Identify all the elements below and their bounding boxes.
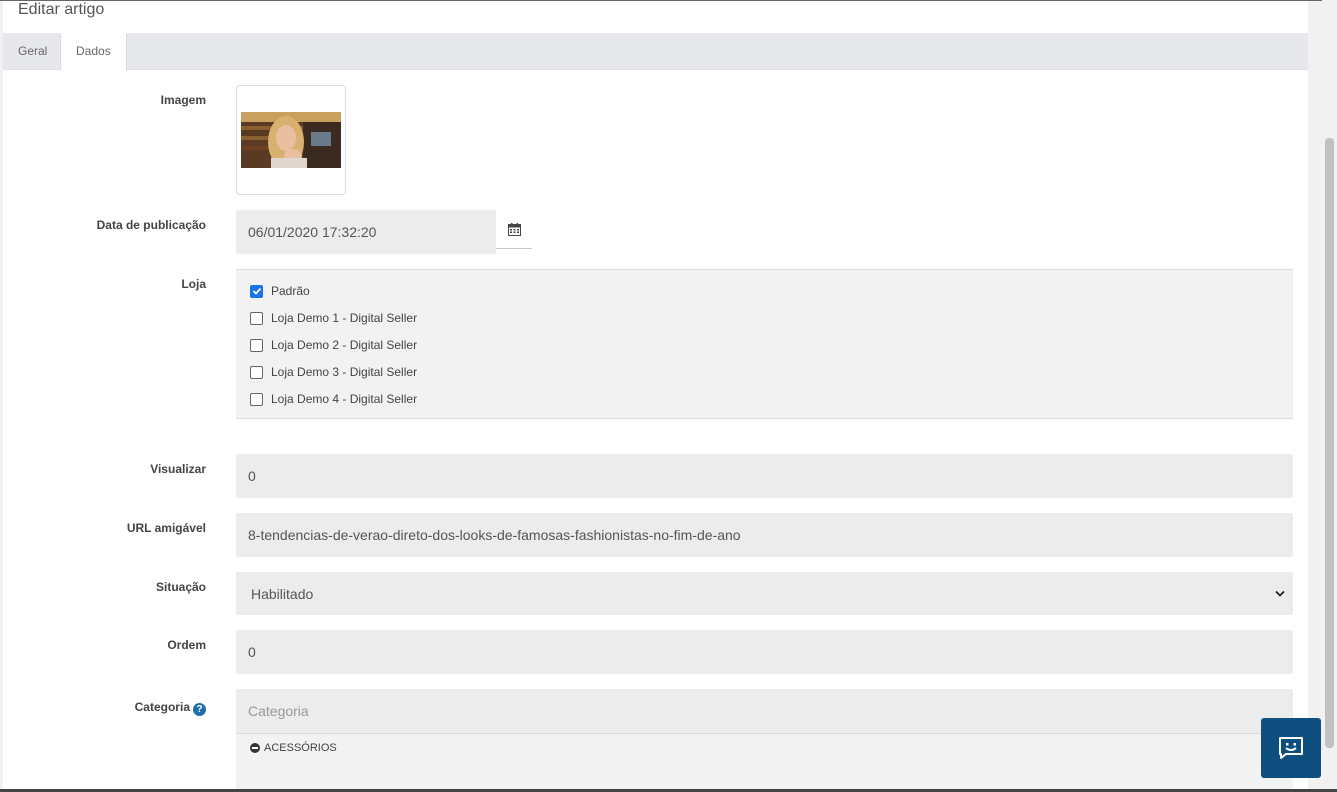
checkbox[interactable] bbox=[250, 338, 263, 352]
chat-button[interactable] bbox=[1261, 718, 1321, 778]
calendar-button[interactable] bbox=[496, 210, 532, 249]
category-placeholder: Categoria bbox=[248, 703, 309, 719]
store-option-demo-2[interactable]: Loja Demo 2 - Digital Seller bbox=[250, 336, 417, 354]
category-input[interactable]: Categoria bbox=[236, 689, 1293, 733]
category-list: ACESSÓRIOS bbox=[236, 733, 1293, 792]
tab-geral[interactable]: Geral bbox=[3, 33, 62, 70]
status-value: Habilitado bbox=[251, 585, 314, 602]
check-icon bbox=[252, 287, 261, 295]
url-label: URL amigável bbox=[126, 521, 206, 535]
checkbox[interactable] bbox=[250, 311, 263, 325]
image-label: Imagem bbox=[160, 93, 206, 107]
status-label: Situação bbox=[155, 580, 206, 594]
date-value: 06/01/2020 17:32:20 bbox=[248, 224, 377, 240]
store-option-demo-1[interactable]: Loja Demo 1 - Digital Seller bbox=[250, 309, 417, 327]
help-icon[interactable]: ? bbox=[193, 703, 206, 716]
views-label: Visualizar bbox=[150, 462, 206, 476]
checkbox-checked[interactable] bbox=[250, 284, 263, 298]
edit-article-panel: Editar artigo Geral Dados Imagem Data de… bbox=[3, 1, 1308, 792]
url-input[interactable]: 8-tendencias-de-verao-direto-dos-looks-d… bbox=[236, 513, 1293, 557]
scrollbar-thumb[interactable] bbox=[1325, 138, 1334, 748]
store-option-label: Loja Demo 3 - Digital Seller bbox=[271, 365, 418, 379]
category-item: ACESSÓRIOS bbox=[250, 742, 337, 754]
tab-dados[interactable]: Dados bbox=[60, 33, 127, 71]
status-select[interactable]: Habilitado bbox=[236, 572, 1293, 615]
chat-icon bbox=[1279, 737, 1303, 759]
calendar-icon bbox=[507, 222, 521, 236]
store-option-label: Loja Demo 4 - Digital Seller bbox=[271, 392, 418, 406]
date-input[interactable]: 06/01/2020 17:32:20 bbox=[236, 210, 496, 254]
store-checkbox-list: Padrão Loja Demo 1 - Digital Seller Loja… bbox=[236, 269, 1293, 419]
views-input[interactable]: 0 bbox=[236, 454, 1293, 498]
store-option-demo-4[interactable]: Loja Demo 4 - Digital Seller bbox=[250, 390, 417, 408]
url-value: 8-tendencias-de-verao-direto-dos-looks-d… bbox=[248, 527, 741, 543]
order-input[interactable]: 0 bbox=[236, 630, 1293, 674]
category-label: Categoria bbox=[134, 700, 190, 714]
image-thumbnail[interactable] bbox=[236, 85, 346, 195]
store-label: Loja bbox=[181, 277, 206, 291]
category-label-row: Categoria? bbox=[3, 700, 206, 716]
tab-bar: Geral Dados bbox=[3, 33, 1308, 71]
order-label: Ordem bbox=[167, 638, 206, 652]
store-option-label: Loja Demo 2 - Digital Seller bbox=[271, 338, 418, 352]
store-option-demo-3[interactable]: Loja Demo 3 - Digital Seller bbox=[250, 363, 417, 381]
chevron-down-icon bbox=[1275, 590, 1285, 597]
remove-icon[interactable] bbox=[250, 743, 260, 753]
order-value: 0 bbox=[248, 644, 256, 660]
article-image bbox=[241, 112, 341, 168]
store-option-padrao[interactable]: Padrão bbox=[250, 282, 310, 300]
checkbox[interactable] bbox=[250, 392, 263, 406]
store-option-label: Padrão bbox=[271, 284, 310, 298]
category-item-label: ACESSÓRIOS bbox=[264, 742, 337, 754]
store-option-label: Loja Demo 1 - Digital Seller bbox=[271, 311, 418, 325]
checkbox[interactable] bbox=[250, 365, 263, 379]
panel-title: Editar artigo bbox=[18, 1, 105, 18]
views-value: 0 bbox=[248, 468, 256, 484]
date-label: Data de publicação bbox=[96, 218, 206, 232]
